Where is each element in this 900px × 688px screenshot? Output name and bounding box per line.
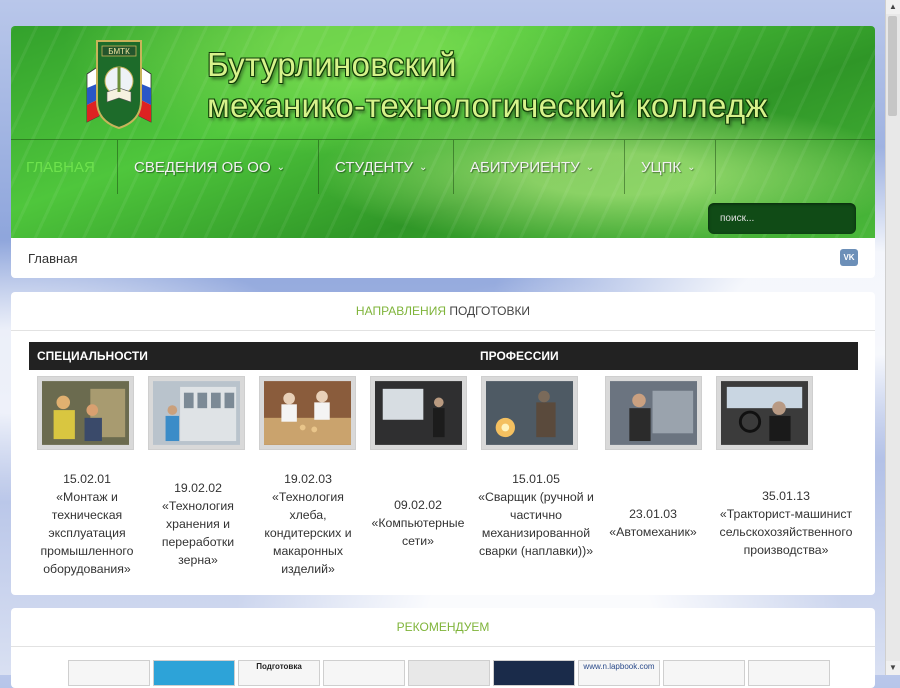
page-scrollbar[interactable]: ▲ ▼: [885, 0, 900, 675]
directions-header-bar: СПЕЦИАЛЬНОСТИ ПРОФЕССИИ: [29, 342, 858, 370]
recommend-panel: РЕКОМЕНДУЕМ Подготовка www.n.lapbook.com: [11, 608, 875, 688]
scroll-down-icon[interactable]: ▼: [886, 661, 900, 675]
main-nav: ГЛАВНАЯ СВЕДЕНИЯ ОБ ОО ⌄ СТУДЕНТУ ⌄ АБИТУР…: [11, 139, 875, 194]
nav-item-home[interactable]: ГЛАВНАЯ: [11, 140, 118, 194]
direction-photo[interactable]: [481, 376, 578, 450]
breadcrumb-bar: Главная VK: [11, 238, 875, 278]
direction-photo[interactable]: [716, 376, 813, 450]
specialties-heading: СПЕЦИАЛЬНОСТИ: [37, 349, 148, 363]
direction-photo[interactable]: [605, 376, 702, 450]
partner-banner[interactable]: [68, 660, 150, 686]
breadcrumb: Главная: [28, 251, 78, 266]
direction-card[interactable]: [605, 376, 705, 450]
partner-banner[interactable]: www.n.lapbook.com: [578, 660, 660, 686]
chevron-down-icon: ⌄: [419, 161, 428, 173]
svg-text:БМТК: БМТК: [108, 47, 130, 56]
nav-item-about[interactable]: СВЕДЕНИЯ ОБ ОО ⌄: [118, 140, 319, 194]
panel-title: НАПРАВЛЕНИЯ ПОДГОТОВКИ: [11, 292, 875, 331]
direction-photo[interactable]: [37, 376, 134, 450]
direction-photo[interactable]: [148, 376, 245, 450]
chevron-down-icon: ⌄: [276, 161, 286, 173]
partner-banner[interactable]: [408, 660, 490, 686]
vk-icon[interactable]: VK: [840, 249, 858, 266]
partner-banner[interactable]: Подготовка: [238, 660, 320, 686]
direction-card[interactable]: [148, 376, 248, 450]
recommend-title: РЕКОМЕНДУЕМ: [11, 608, 875, 647]
site-header: БМТК Бутурлиновский механико-технологиче…: [11, 26, 875, 238]
direction-card[interactable]: [259, 376, 359, 450]
nav-item-uc[interactable]: УЦПК ⌄: [625, 140, 716, 194]
direction-caption[interactable]: 15.01.05 «Сварщик (ручной и частично меха…: [475, 470, 597, 560]
partner-banner[interactable]: [153, 660, 235, 686]
direction-card[interactable]: [370, 376, 470, 450]
direction-caption[interactable]: 19.02.02 «Технология хранения и переработ…: [148, 479, 248, 569]
professions-heading: ПРОФЕССИИ: [480, 349, 559, 363]
search-input[interactable]: [708, 203, 856, 234]
nav-item-applicant[interactable]: АБИТУРИЕНТУ ⌄: [454, 140, 625, 194]
partner-banner[interactable]: [493, 660, 575, 686]
direction-card[interactable]: [716, 376, 816, 450]
direction-caption[interactable]: 19.02.03 «Технология хлеба, кондитерских …: [254, 470, 362, 578]
partner-banner[interactable]: [748, 660, 830, 686]
direction-card[interactable]: [481, 376, 581, 450]
direction-caption[interactable]: 23.01.03 «Автомеханик»: [603, 505, 703, 541]
direction-caption[interactable]: 09.02.02 «Компьютерные сети»: [366, 496, 470, 550]
directions-panel: НАПРАВЛЕНИЯ ПОДГОТОВКИ СПЕЦИАЛЬНОСТИ ПРО…: [11, 292, 875, 595]
college-logo-icon[interactable]: БМТК: [69, 36, 169, 131]
scroll-thumb[interactable]: [888, 16, 897, 116]
direction-caption[interactable]: 35.01.13 «Тракторист-машинист сельскохозя…: [711, 487, 861, 559]
site-title: Бутурлиновский механико-технологический …: [207, 46, 768, 124]
direction-card[interactable]: [37, 376, 137, 450]
partner-banner[interactable]: [323, 660, 405, 686]
chevron-down-icon: ⌄: [687, 161, 696, 173]
chevron-down-icon: ⌄: [585, 161, 595, 173]
scroll-up-icon[interactable]: ▲: [886, 0, 900, 14]
direction-caption[interactable]: 15.02.01 «Монтаж и техническая эксплуатац…: [37, 470, 137, 578]
partner-banner[interactable]: [663, 660, 745, 686]
direction-photo[interactable]: [370, 376, 467, 450]
nav-item-student[interactable]: СТУДЕНТУ ⌄: [319, 140, 454, 194]
direction-photo[interactable]: [259, 376, 356, 450]
